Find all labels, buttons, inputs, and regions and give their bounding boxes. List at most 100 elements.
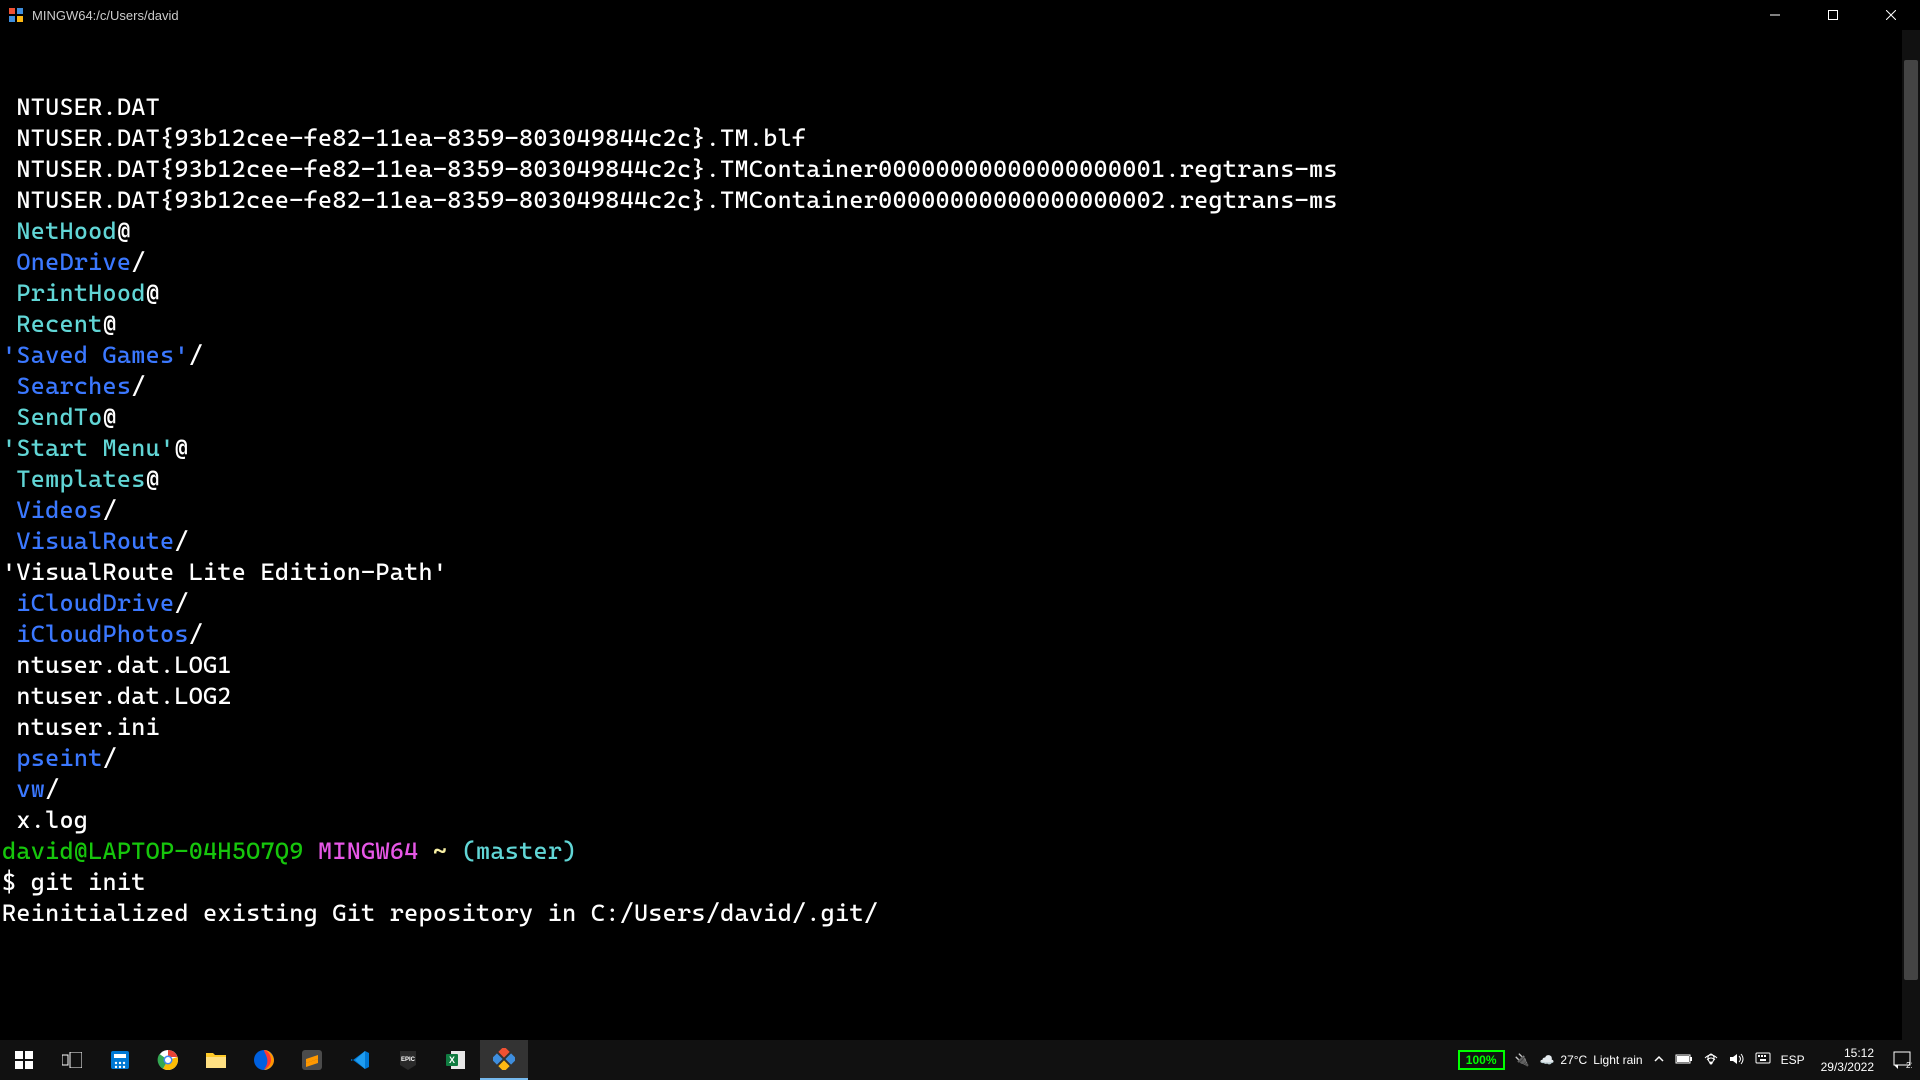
minimize-button[interactable]	[1746, 0, 1804, 30]
terminal-segment: 'Saved Games'	[2, 341, 189, 369]
chrome-app-icon[interactable]	[144, 1040, 192, 1080]
volume-icon[interactable]	[1729, 1052, 1745, 1069]
maximize-button[interactable]	[1804, 0, 1862, 30]
terminal-segment: MINGW64	[318, 837, 419, 865]
terminal-segment: VisualRoute	[16, 527, 174, 555]
calculator-app-icon[interactable]	[96, 1040, 144, 1080]
terminal-segment: david@LAPTOP-04H5O7Q9	[2, 837, 304, 865]
terminal-segment	[2, 589, 16, 617]
terminal-segment: 'VisualRoute Lite Edition-Path'	[2, 558, 447, 586]
wifi-icon[interactable]	[1703, 1053, 1719, 1068]
terminal-segment: iCloudPhotos	[16, 620, 188, 648]
terminal-segment: /	[103, 744, 117, 772]
terminal-segment: NTUSER.DAT{93b12cee-fe82-11ea-8359-80304…	[2, 124, 806, 152]
terminal-segment: @	[117, 217, 131, 245]
terminal-segment: SendTo	[16, 403, 102, 431]
terminal-line: PrintHood@	[2, 278, 1920, 309]
sublime-app-icon[interactable]	[288, 1040, 336, 1080]
weather-widget[interactable]: ☁️ 27°C Light rain	[1539, 1053, 1642, 1067]
tray-expand-icon[interactable]	[1653, 1053, 1665, 1068]
terminal-line: NTUSER.DAT{93b12cee-fe82-11ea-8359-80304…	[2, 154, 1920, 185]
terminal-line: SendTo@	[2, 402, 1920, 433]
terminal-line: Recent@	[2, 309, 1920, 340]
terminal-segment: NTUSER.DAT{93b12cee-fe82-11ea-8359-80304…	[2, 155, 1338, 183]
terminal-line: NTUSER.DAT{93b12cee-fe82-11ea-8359-80304…	[2, 185, 1920, 216]
svg-text:EPIC: EPIC	[401, 1057, 416, 1063]
terminal-line: pseint/	[2, 743, 1920, 774]
terminal-segment: Reinitialized existing Git repository in…	[2, 899, 878, 927]
git-bash-app-icon[interactable]	[480, 1040, 528, 1080]
excel-app-icon[interactable]: X	[432, 1040, 480, 1080]
weather-desc: Light rain	[1593, 1053, 1642, 1067]
terminal-line: OneDrive/	[2, 247, 1920, 278]
terminal-segment: x.log	[2, 806, 88, 834]
taskbar-left: EPIC X	[0, 1040, 528, 1080]
clock[interactable]: 15:12 29/3/2022	[1815, 1046, 1880, 1074]
terminal-line: Videos/	[2, 495, 1920, 526]
terminal-segment: Templates	[16, 465, 145, 493]
file-explorer-icon[interactable]	[192, 1040, 240, 1080]
firefox-app-icon[interactable]	[240, 1040, 288, 1080]
terminal-segment: Recent	[16, 310, 102, 338]
terminal-segment	[2, 403, 16, 431]
terminal-segment	[2, 465, 16, 493]
terminal-segment: NTUSER.DAT{93b12cee-fe82-11ea-8359-80304…	[2, 186, 1338, 214]
terminal-segment	[2, 248, 16, 276]
terminal-line: $ git init	[2, 867, 1920, 898]
terminal-segment	[419, 837, 433, 865]
battery-indicator[interactable]: 100%	[1458, 1050, 1505, 1070]
titlebar-left: MINGW64:/c/Users/david	[8, 7, 179, 23]
ime-icon[interactable]	[1755, 1052, 1771, 1069]
terminal-line: VisualRoute/	[2, 526, 1920, 557]
terminal-segment	[2, 620, 16, 648]
notification-center-icon[interactable]: 21	[1890, 1048, 1914, 1072]
terminal-segment	[447, 837, 461, 865]
terminal-segment: /	[103, 496, 117, 524]
close-button[interactable]	[1862, 0, 1920, 30]
terminal-segment: @	[146, 279, 160, 307]
date: 29/3/2022	[1821, 1060, 1874, 1074]
scrollbar[interactable]	[1902, 30, 1920, 1040]
terminal-segment	[2, 372, 16, 400]
terminal-segment: pseint	[16, 744, 102, 772]
terminal-line: iCloudDrive/	[2, 588, 1920, 619]
terminal-line: 'Saved Games'/	[2, 340, 1920, 371]
taskbar-right: 100% 🔌 ☁️ 27°C Light rain	[1458, 1040, 1920, 1080]
epic-games-icon[interactable]: EPIC	[384, 1040, 432, 1080]
terminal-segment	[304, 837, 318, 865]
terminal-segment	[2, 775, 16, 803]
terminal-segment: /	[174, 527, 188, 555]
terminal-line: ntuser.ini	[2, 712, 1920, 743]
terminal-segment	[2, 217, 16, 245]
language-indicator[interactable]: ESP	[1781, 1053, 1805, 1067]
terminal-line: david@LAPTOP-04H5O7Q9 MINGW64 ~ (master)	[2, 836, 1920, 867]
terminal-line: Searches/	[2, 371, 1920, 402]
terminal-segment	[2, 310, 16, 338]
terminal-segment: iCloudDrive	[16, 589, 174, 617]
terminal-line: Reinitialized existing Git repository in…	[2, 898, 1920, 929]
terminal-segment	[2, 527, 16, 555]
terminal-segment: ~	[433, 837, 447, 865]
titlebar[interactable]: MINGW64:/c/Users/david	[0, 0, 1920, 30]
terminal-segment: ntuser.dat.LOG2	[2, 682, 232, 710]
terminal-segment: (master)	[462, 837, 577, 865]
terminal-segment: /	[174, 589, 188, 617]
terminal-line: x.log	[2, 805, 1920, 836]
task-view-button[interactable]	[48, 1040, 96, 1080]
terminal-segment: Videos	[16, 496, 102, 524]
window-title: MINGW64:/c/Users/david	[32, 8, 179, 23]
vscode-app-icon[interactable]	[336, 1040, 384, 1080]
svg-text:X: X	[449, 1055, 455, 1065]
taskbar: EPIC X 100% 🔌 ☁️ 27°C Light rain	[0, 1040, 1920, 1080]
terminal-segment: vw	[16, 775, 45, 803]
terminal-segment: /	[189, 620, 203, 648]
start-button[interactable]	[0, 1040, 48, 1080]
terminal-segment: @	[103, 310, 117, 338]
terminal-output[interactable]: NTUSER.DAT NTUSER.DAT{93b12cee-fe82-11ea…	[0, 30, 1920, 1040]
terminal-line: ntuser.dat.LOG2	[2, 681, 1920, 712]
battery-tray-icon[interactable]	[1675, 1053, 1693, 1068]
terminal-segment	[2, 744, 16, 772]
scrollbar-thumb[interactable]	[1904, 60, 1918, 980]
terminal-segment: ntuser.ini	[2, 713, 160, 741]
terminal-segment: OneDrive	[16, 248, 131, 276]
